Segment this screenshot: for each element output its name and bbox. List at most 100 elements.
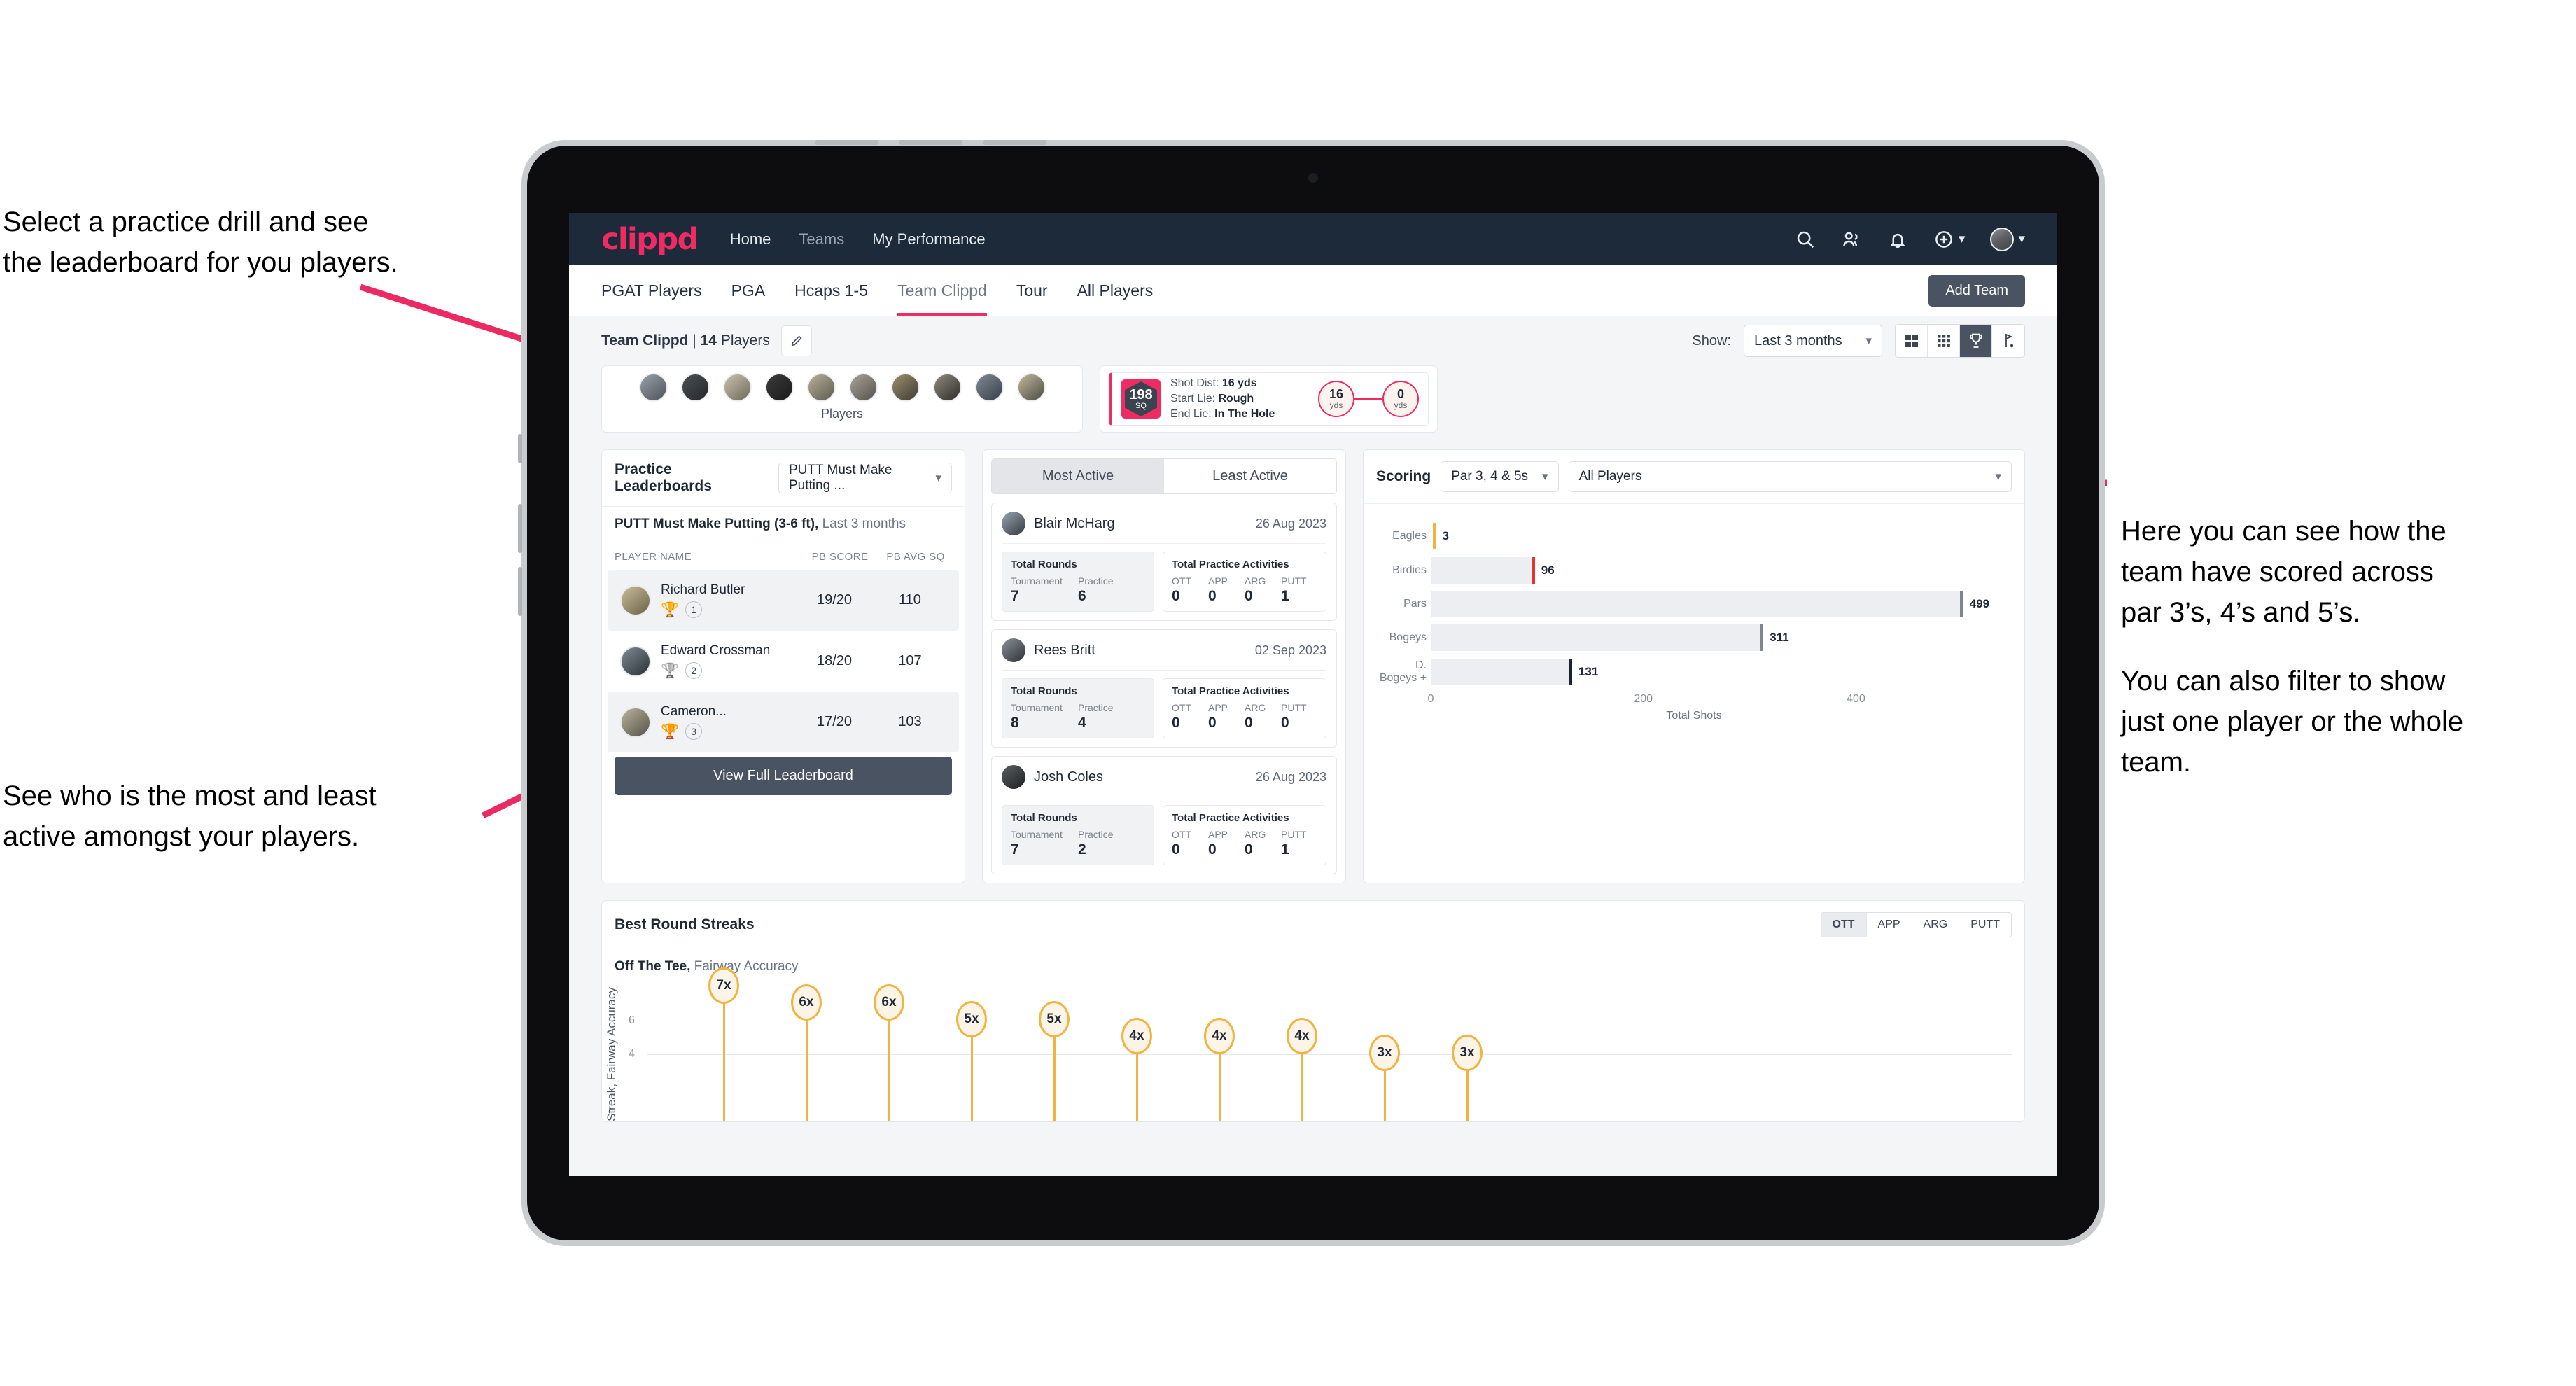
streak-marker[interactable]: 7x [708, 967, 739, 1004]
streak-marker[interactable]: 5x [1039, 1001, 1070, 1037]
streaks-plot: Streak, Fairway Accuracy 4 6 7x 6x 6x 5x 5x 4x 4… [605, 967, 2012, 1121]
annotation-line: the leaderboard for you players. [3, 247, 398, 278]
avatar[interactable] [722, 373, 752, 402]
scoring-bar-row: Bogeys 311 [1390, 624, 2005, 652]
toggle-app[interactable]: APP [1867, 913, 1912, 937]
rounds-key-practice: Practice [1078, 829, 1114, 840]
search-icon[interactable] [1795, 229, 1816, 250]
streak-marker[interactable]: 5x [956, 1001, 987, 1037]
avatar[interactable] [848, 373, 878, 402]
avatar[interactable] [890, 373, 920, 402]
player-badges: 🏆 1 [661, 601, 795, 618]
view-flag-button[interactable] [1992, 325, 2024, 357]
activity-date: 26 Aug 2023 [1255, 516, 1326, 531]
edit-team-button[interactable] [780, 326, 812, 356]
scoring-bar-row: Pars 499 [1404, 590, 2005, 617]
practice-key-putt: PUTT [1281, 829, 1307, 840]
players-select-value: All Players [1578, 469, 1642, 484]
table-row[interactable]: Richard Butler 🏆 1 19/20 110 [608, 570, 959, 631]
chevron-down-icon: ▾ [1958, 232, 1966, 246]
view-trophy-button[interactable] [1960, 325, 1992, 357]
streak-marker[interactable]: 3x [1452, 1035, 1483, 1071]
tab-all-players[interactable]: All Players [1077, 265, 1154, 316]
avatar[interactable] [764, 373, 794, 402]
practice-activities-header: Total Practice Activities [1172, 812, 1289, 824]
list-item[interactable]: Blair McHarg 26 Aug 2023 Total Rounds To… [991, 503, 1337, 621]
plus-circle-icon[interactable] [1933, 229, 1954, 250]
timerange-select[interactable]: Last 3 months ▾ [1744, 325, 1882, 357]
y-axis-tick: 6 [629, 1014, 635, 1026]
team-tabs: PGAT Players PGA Hcaps 1-5 Team Clippd T… [601, 265, 1153, 316]
add-team-button[interactable]: Add Team [1928, 275, 2025, 307]
list-item[interactable]: Josh Coles 26 Aug 2023 Total Rounds Tour… [991, 756, 1337, 874]
total-rounds-box: Total Rounds Tournament 7 Practice 2 [1002, 805, 1154, 865]
bell-icon[interactable] [1887, 229, 1908, 250]
tablet-device: clippd Home Teams My Performance ▾ ▾ PGA… [518, 140, 2105, 1246]
drill-select[interactable]: PUTT Must Make Putting ... ▾ [778, 463, 952, 493]
tab-tour[interactable]: Tour [1016, 265, 1048, 316]
table-row[interactable]: Edward Crossman 🏆 2 18/20 107 [608, 631, 959, 692]
streak-stem [1218, 1054, 1221, 1121]
team-name: Team Clippd [601, 332, 689, 349]
avatar[interactable] [680, 373, 710, 402]
annotation-line: team. [2121, 747, 2192, 778]
streak-marker[interactable]: 3x [1369, 1035, 1400, 1071]
timerange-value: Last 3 months [1754, 332, 1842, 349]
par-select[interactable]: Par 3, 4 & 5s ▾ [1441, 461, 1559, 492]
streak-marker[interactable]: 4x [1204, 1018, 1235, 1054]
avatar [620, 584, 651, 616]
rank-badge: 3 [685, 723, 703, 740]
tab-least-active[interactable]: Least Active [1164, 459, 1336, 493]
tab-pgat-players[interactable]: PGAT Players [601, 265, 702, 316]
nav-item-home[interactable]: Home [730, 230, 771, 248]
avatar[interactable] [1016, 373, 1046, 402]
toggle-putt[interactable]: PUTT [1959, 913, 2011, 937]
tab-pga[interactable]: PGA [732, 265, 766, 316]
avatar[interactable] [974, 373, 1004, 402]
nav-item-my-performance[interactable]: My Performance [872, 230, 985, 248]
practice-value-putt: 1 [1281, 841, 1289, 858]
list-item[interactable]: Rees Britt 02 Sep 2023 Total Rounds Tour… [991, 629, 1337, 748]
view-full-leaderboard-button[interactable]: View Full Leaderboard [615, 757, 952, 795]
player-name: Richard Butler [661, 582, 746, 597]
team-tabs-bar: PGAT Players PGA Hcaps 1-5 Team Clippd T… [569, 265, 2057, 316]
view-grid-large-button[interactable] [1896, 325, 1928, 357]
tab-hcaps-1-5[interactable]: Hcaps 1-5 [794, 265, 868, 316]
avatar[interactable] [638, 373, 668, 402]
col-pb-score: PB SCORE [811, 551, 869, 563]
chevron-down-icon: ▾ [1542, 470, 1548, 483]
toggle-ott[interactable]: OTT [1821, 913, 1867, 937]
nav-item-teams[interactable]: Teams [799, 230, 844, 248]
practice-activities-box: Total Practice Activities OTT 0 APP 0 AR… [1163, 552, 1326, 612]
add-menu[interactable]: ▾ [1933, 229, 1966, 250]
tab-most-active[interactable]: Most Active [992, 459, 1164, 493]
practice-key-putt: PUTT [1281, 702, 1307, 713]
streak-marker[interactable]: 6x [874, 984, 904, 1021]
pb-score: 18/20 [816, 653, 853, 668]
players-select[interactable]: All Players ▾ [1568, 461, 2012, 492]
tab-team-clippd[interactable]: Team Clippd [897, 265, 987, 316]
streak-marker[interactable]: 6x [791, 984, 822, 1021]
scoring-title: Scoring [1376, 468, 1432, 484]
toggle-arg[interactable]: ARG [1912, 913, 1960, 937]
streak-stem [1301, 1054, 1303, 1121]
scoring-chart: Eagles 3 Birdies 96 Pars 499 Bogeys 311 D. Bogey… [1364, 503, 2024, 729]
avatar[interactable] [806, 373, 836, 402]
annotation-top-left: Select a practice drill and see the lead… [3, 202, 514, 283]
rounds-value-tournament: 7 [1011, 588, 1019, 604]
rounds-value-practice: 4 [1078, 715, 1086, 731]
user-menu[interactable]: ▾ [1990, 227, 2025, 251]
par-select-value: Par 3, 4 & 5s [1451, 469, 1529, 484]
avatar[interactable] [932, 373, 962, 402]
view-grid-small-button[interactable] [1928, 325, 1960, 357]
table-row[interactable]: Cameron... 🏆 3 17/20 103 [608, 692, 959, 752]
shot-dist-value: 16 yds [1222, 377, 1257, 389]
streak-marker[interactable]: 4x [1287, 1018, 1317, 1054]
drill-name: PUTT Must Make Putting (3-6 ft), [615, 517, 819, 531]
avatar[interactable] [1990, 227, 2015, 251]
clippd-logo[interactable]: clippd [601, 222, 699, 257]
practice-value-ott: 0 [1172, 715, 1180, 731]
people-icon[interactable] [1841, 229, 1862, 250]
streak-marker[interactable]: 4x [1121, 1018, 1152, 1054]
activity-card: Most Active Least Active Blair McHarg 26… [982, 449, 1346, 883]
